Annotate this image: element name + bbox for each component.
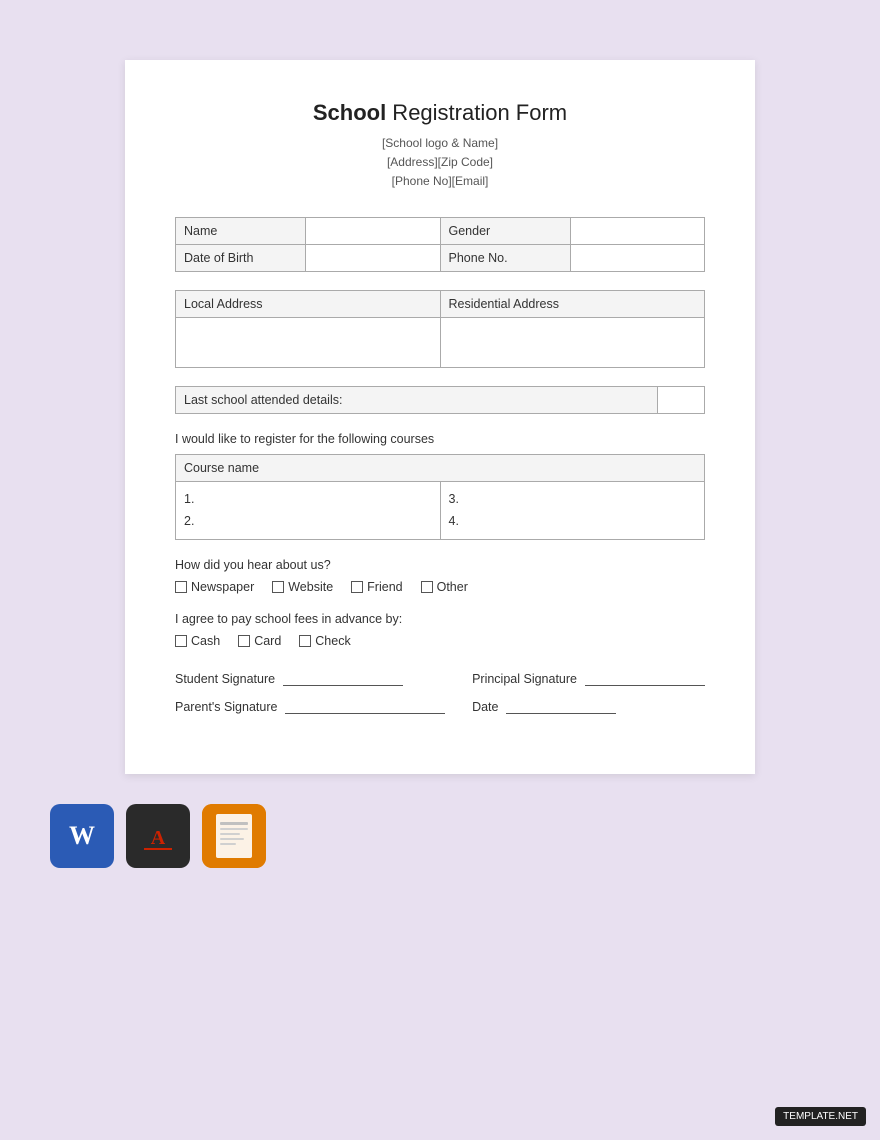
residential-address-value[interactable] — [440, 317, 705, 367]
name-value[interactable] — [306, 217, 441, 244]
form-card: School Registration Form [School logo & … — [125, 60, 755, 774]
form-title: School Registration Form — [175, 100, 705, 126]
word-letter: W — [69, 821, 95, 851]
last-school-label: Last school attended details: — [176, 386, 658, 413]
name-label: Name — [176, 217, 306, 244]
checkbox-label-website: Website — [288, 580, 333, 594]
school-contact: [Phone No][Email] — [175, 172, 705, 191]
bottom-icons: W A — [50, 804, 266, 868]
hear-about-section: How did you hear about us? Newspaper Web… — [175, 558, 705, 594]
fees-question: I agree to pay school fees in advance by… — [175, 612, 705, 626]
date-row: Date — [472, 700, 705, 714]
fees-options: Cash Card Check — [175, 634, 705, 648]
checkbox-check[interactable]: Check — [299, 634, 350, 648]
checkbox-box-card — [238, 635, 250, 647]
checkbox-cash[interactable]: Cash — [175, 634, 220, 648]
dob-label: Date of Birth — [176, 244, 306, 271]
date-line[interactable] — [506, 700, 616, 714]
checkbox-label-friend: Friend — [367, 580, 402, 594]
checkbox-website[interactable]: Website — [272, 580, 333, 594]
word-icon[interactable]: W — [50, 804, 114, 868]
checkbox-box-other — [421, 581, 433, 593]
checkbox-box-newspaper — [175, 581, 187, 593]
course-4: 4. — [449, 510, 697, 533]
checkbox-label-newspaper: Newspaper — [191, 580, 254, 594]
checkbox-label-check: Check — [315, 634, 350, 648]
title-normal: Registration Form — [386, 100, 567, 125]
gender-value[interactable] — [570, 217, 705, 244]
checkbox-other[interactable]: Other — [421, 580, 468, 594]
checkbox-box-website — [272, 581, 284, 593]
address-table: Local Address Residential Address — [175, 290, 705, 368]
local-address-value[interactable] — [176, 317, 441, 367]
school-logo-name: [School logo & Name] — [175, 134, 705, 153]
parent-sig-row: Parent's Signature — [175, 700, 445, 714]
principal-sig-line[interactable] — [585, 672, 705, 686]
parent-sig-label: Parent's Signature — [175, 700, 277, 714]
last-school-value[interactable] — [658, 386, 705, 413]
checkbox-box-check — [299, 635, 311, 647]
courses-left[interactable]: 1. 2. — [176, 481, 441, 539]
sig-left: Student Signature Parent's Signature — [175, 672, 445, 714]
checkbox-label-card: Card — [254, 634, 281, 648]
courses-table: Course name 1. 2. 3. 4. — [175, 454, 705, 540]
last-school-table: Last school attended details: — [175, 386, 705, 414]
residential-address-label: Residential Address — [440, 290, 705, 317]
course-3: 3. — [449, 488, 697, 511]
checkbox-label-cash: Cash — [191, 634, 220, 648]
hear-about-options: Newspaper Website Friend Other — [175, 580, 705, 594]
date-label: Date — [472, 700, 498, 714]
course-1: 1. — [184, 488, 432, 511]
school-address: [Address][Zip Code] — [175, 153, 705, 172]
principal-sig-label: Principal Signature — [472, 672, 577, 686]
register-text: I would like to register for the followi… — [175, 432, 705, 446]
signature-section: Student Signature Parent's Signature Pri… — [175, 672, 705, 714]
checkbox-newspaper[interactable]: Newspaper — [175, 580, 254, 594]
personal-info-table: Name Gender Date of Birth Phone No. — [175, 217, 705, 272]
courses-right[interactable]: 3. 4. — [440, 481, 705, 539]
page-wrapper: School Registration Form [School logo & … — [0, 0, 880, 898]
checkbox-box-friend — [351, 581, 363, 593]
hear-about-question: How did you hear about us? — [175, 558, 705, 572]
svg-text:A: A — [151, 827, 166, 849]
courses-header: Course name — [176, 454, 705, 481]
course-2: 2. — [184, 510, 432, 533]
phone-value[interactable] — [570, 244, 705, 271]
phone-label: Phone No. — [440, 244, 570, 271]
local-address-label: Local Address — [176, 290, 441, 317]
template-badge: TEMPLATE.NET — [775, 1107, 866, 1126]
student-sig-label: Student Signature — [175, 672, 275, 686]
fees-section: I agree to pay school fees in advance by… — [175, 612, 705, 648]
checkbox-friend[interactable]: Friend — [351, 580, 402, 594]
student-sig-row: Student Signature — [175, 672, 445, 686]
dob-value[interactable] — [306, 244, 441, 271]
sig-right: Principal Signature Date — [472, 672, 705, 714]
checkbox-box-cash — [175, 635, 187, 647]
checkbox-label-other: Other — [437, 580, 468, 594]
title-bold: School — [313, 100, 386, 125]
gender-label: Gender — [440, 217, 570, 244]
pages-icon[interactable] — [202, 804, 266, 868]
school-info: [School logo & Name] [Address][Zip Code]… — [175, 134, 705, 192]
student-sig-line[interactable] — [283, 672, 403, 686]
principal-sig-row: Principal Signature — [472, 672, 705, 686]
parent-sig-line[interactable] — [285, 700, 445, 714]
checkbox-card[interactable]: Card — [238, 634, 281, 648]
pdf-icon[interactable]: A — [126, 804, 190, 868]
